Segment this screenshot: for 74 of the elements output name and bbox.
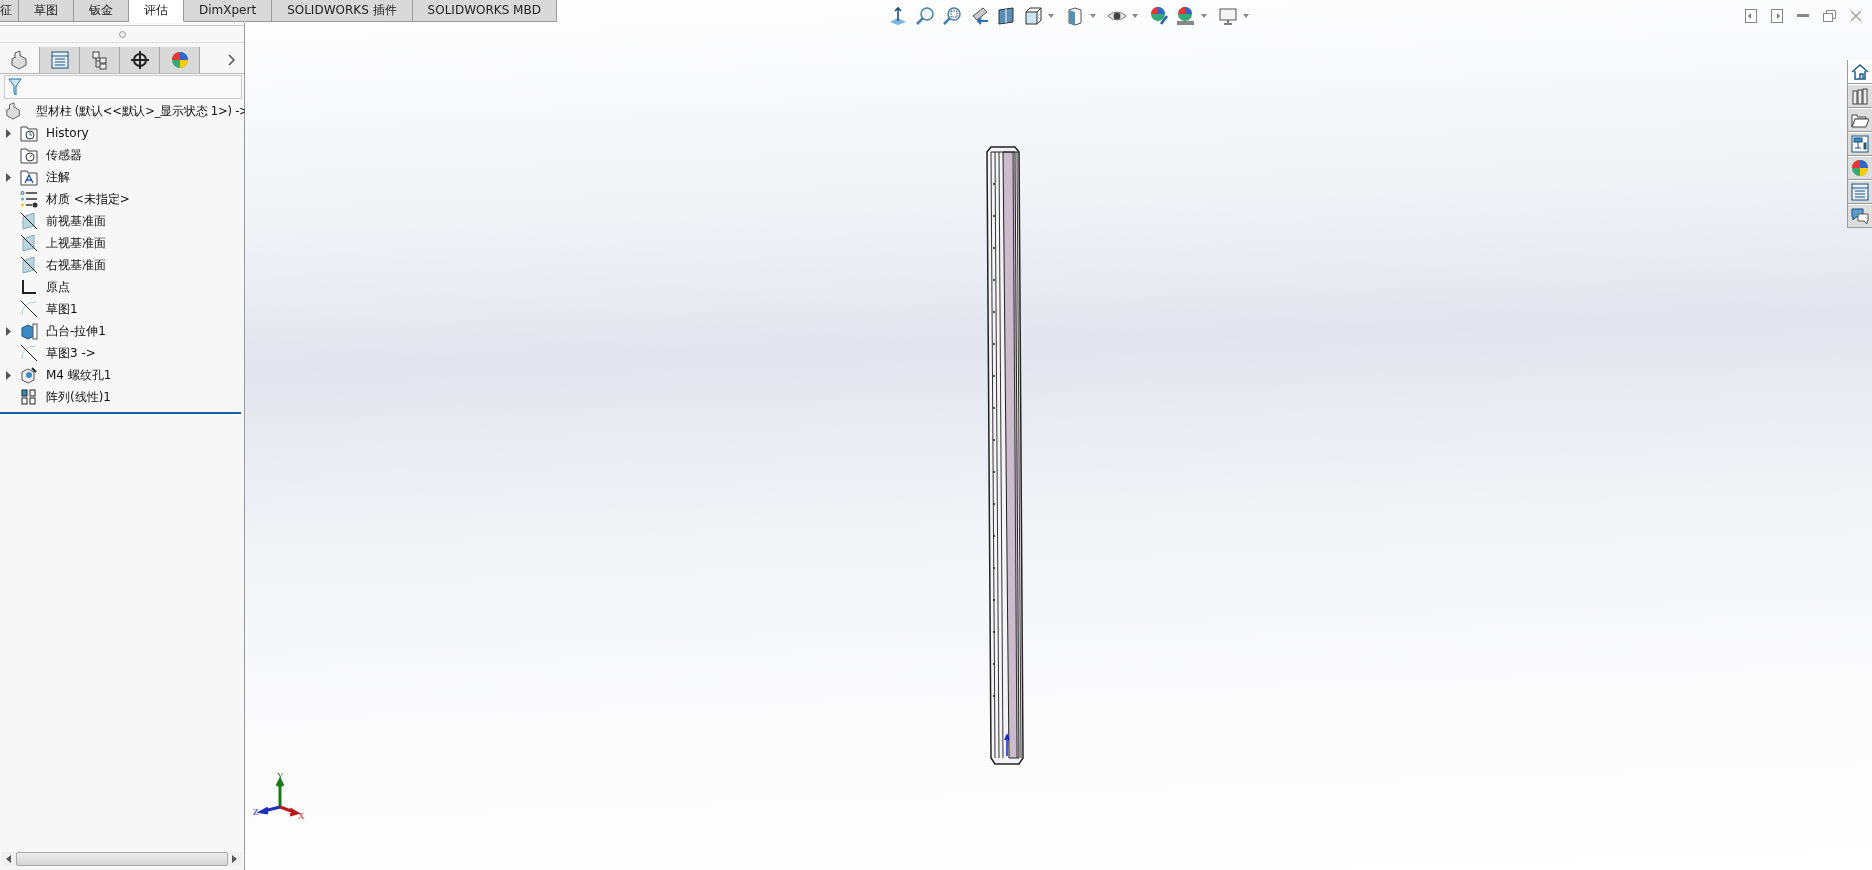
extrude-icon — [20, 322, 38, 340]
sketch-icon — [20, 344, 38, 362]
orientation-icon[interactable] — [1023, 6, 1043, 26]
feature-item[interactable]: 注解 — [46, 168, 70, 186]
edit-appearance-icon[interactable] — [1149, 6, 1169, 26]
command-tab[interactable]: 草图 — [19, 0, 74, 22]
chevron-right-icon[interactable] — [228, 54, 236, 66]
scene-icon[interactable] — [1176, 6, 1196, 26]
scroll-left-icon[interactable] — [6, 855, 12, 863]
sketch-icon — [20, 300, 38, 318]
display-style-icon[interactable] — [1065, 6, 1085, 26]
plane-icon — [20, 256, 38, 274]
home-tab[interactable] — [1848, 60, 1872, 84]
normal-icon[interactable] — [888, 6, 908, 26]
expand-arrow-icon[interactable] — [6, 326, 12, 336]
command-tab[interactable]: DimXpert — [184, 0, 273, 22]
zoom-fit-icon[interactable] — [915, 6, 935, 26]
plane-icon — [20, 212, 38, 230]
feature-item[interactable]: History — [46, 126, 89, 140]
feature-item[interactable]: 右视基准面 — [46, 256, 106, 274]
plane-icon — [20, 234, 38, 252]
feature-item[interactable]: 前视基准面 — [46, 212, 106, 230]
zoom-area-icon[interactable] — [942, 6, 962, 26]
feature-item[interactable]: 材质 <未指定> — [46, 190, 130, 208]
restore-icon[interactable] — [1823, 10, 1836, 22]
command-tab[interactable]: SOLIDWORKS 插件 — [272, 0, 413, 22]
feature-item[interactable]: 草图3 -> — [46, 344, 96, 362]
feature-item[interactable]: 传感器 — [46, 146, 82, 164]
explorer-tab[interactable] — [1848, 108, 1872, 132]
hole-icon — [20, 366, 38, 384]
pattern-icon — [20, 388, 38, 406]
properties-tab[interactable] — [1848, 180, 1872, 204]
sensor-icon — [20, 146, 38, 164]
manager-tab[interactable] — [120, 47, 160, 73]
dropdown-caret-icon[interactable] — [1090, 14, 1096, 18]
command-tab[interactable]: SOLIDWORKS MBD — [412, 0, 557, 22]
material-icon — [20, 190, 38, 208]
funnel-icon — [8, 78, 22, 96]
expand-arrow-icon[interactable] — [6, 172, 12, 182]
feature-item[interactable]: M4 螺纹孔1 — [46, 366, 112, 384]
axis-label: X — [298, 811, 305, 821]
command-tab[interactable]: 钣金 — [74, 0, 129, 22]
axis-label: Y — [277, 771, 284, 781]
dropdown-caret-icon[interactable] — [1243, 14, 1249, 18]
feature-item[interactable]: 上视基准面 — [46, 234, 106, 252]
close-icon[interactable] — [1850, 10, 1862, 22]
feature-item[interactable]: 原点 — [46, 278, 70, 296]
dimxpert-icon — [128, 50, 151, 70]
scroll-right-icon[interactable] — [232, 855, 238, 863]
palette-tab[interactable] — [1848, 132, 1872, 156]
history-icon — [20, 124, 38, 142]
annotation-icon — [20, 168, 38, 186]
expand-arrow-icon[interactable] — [6, 128, 12, 138]
dropdown-caret-icon[interactable] — [1048, 14, 1054, 18]
library-tab[interactable] — [1848, 84, 1872, 108]
forum-tab[interactable] — [1848, 204, 1872, 228]
tile-left-icon[interactable] — [1745, 9, 1757, 23]
grip-icon[interactable] — [118, 30, 126, 38]
feature-item[interactable]: 阵列(线性)1 — [46, 388, 111, 406]
feature-item[interactable]: 草图1 — [46, 300, 78, 318]
expand-arrow-icon[interactable] — [6, 370, 12, 380]
minimize-icon[interactable] — [1797, 14, 1809, 18]
filter-field[interactable] — [4, 75, 242, 99]
dropdown-caret-icon[interactable] — [1132, 14, 1138, 18]
feature-item[interactable]: 凸台-拉伸1 — [46, 322, 106, 340]
property-icon — [48, 50, 71, 70]
origin-icon — [20, 278, 38, 296]
tile-right-icon[interactable] — [1771, 9, 1783, 23]
dropdown-caret-icon[interactable] — [1201, 14, 1207, 18]
command-tab[interactable]: 征 — [0, 0, 19, 22]
section-icon[interactable] — [996, 6, 1016, 26]
view-settings-icon[interactable] — [1218, 6, 1238, 26]
appearances-tab[interactable] — [1848, 156, 1872, 180]
axis-label: Z — [253, 807, 259, 817]
